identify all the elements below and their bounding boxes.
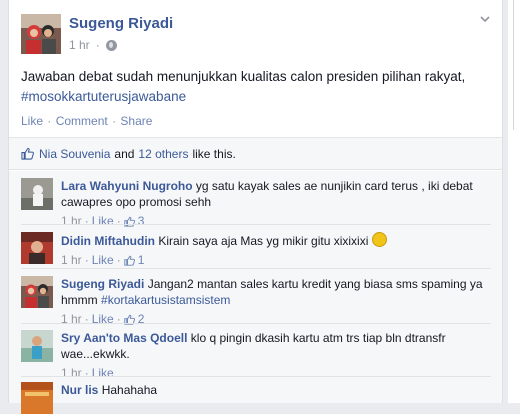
post-hashtag[interactable]: #mosokkartuterusjawabane [21, 87, 496, 107]
comment-time[interactable]: 1 hr [61, 213, 82, 229]
comment-link[interactable]: Comment [56, 114, 108, 128]
share-link[interactable]: Share [120, 114, 152, 128]
comment-text: Hahahaha [101, 383, 158, 397]
comment-divider [21, 224, 491, 225]
like-link[interactable]: Like [21, 114, 43, 128]
commenter-name[interactable]: Sugeng Riyadi [61, 277, 144, 291]
post-time[interactable]: 1 hr [69, 38, 90, 52]
post-meta: 1 hr · [69, 38, 117, 52]
author-avatar[interactable] [21, 14, 61, 54]
comment-like-link[interactable]: Like [92, 365, 114, 381]
comment-like-count[interactable]: 1 [138, 252, 145, 268]
comment-time[interactable]: 1 hr [61, 365, 82, 381]
comment-meta: 1 hr · Like [61, 365, 114, 381]
likes-connector: and [114, 146, 135, 161]
others-link[interactable]: 12 others [138, 147, 188, 161]
likes-suffix: like this. [192, 146, 236, 161]
first-liker-link[interactable]: Nia Souvenia [39, 147, 110, 161]
post-text: Jawaban debat sudah menunjukkan kualitas… [21, 67, 496, 107]
comment-like-link[interactable]: Like [92, 213, 114, 229]
globe-icon[interactable] [105, 39, 117, 51]
comment-meta: 1 hr · Like · 1 [61, 252, 145, 268]
commenter-name[interactable]: Sry Aan'to Mas Qdoell [61, 331, 187, 345]
commenter-name[interactable]: Lara Wahyuni Nugroho [61, 179, 193, 193]
smile-emoji-icon [371, 232, 387, 247]
comment-like-link[interactable]: Like [92, 252, 114, 268]
comment-time[interactable]: 1 hr [61, 252, 82, 268]
right-sidebar-edge [508, 0, 520, 403]
post-actions: Like · Comment · Share [21, 114, 153, 128]
comment-like-link[interactable]: Like [92, 311, 114, 327]
comment-meta: 1 hr · Like · 2 [61, 311, 145, 327]
commenter-name[interactable]: Didin Miftahudin [61, 234, 155, 248]
comment-time[interactable]: 1 hr [61, 311, 82, 327]
comment-like-count[interactable]: 2 [138, 311, 145, 327]
chevron-down-icon[interactable] [480, 14, 490, 24]
commenter-avatar[interactable] [21, 276, 53, 308]
comment-divider [21, 323, 491, 324]
likes-summary: Nia Souvenia and 12 others like this. [9, 137, 502, 170]
commenter-avatar[interactable] [21, 382, 53, 414]
post-body: Jawaban debat sudah menunjukkan kualitas… [21, 69, 466, 84]
comment-meta: 1 hr · Like · 3 [61, 213, 145, 229]
comment-text: Kirain saya aja Mas yg mikir gitu xixixi… [158, 234, 369, 248]
thumbs-up-icon [21, 147, 34, 160]
comment-divider [21, 268, 491, 269]
commenter-avatar[interactable] [21, 232, 53, 264]
post-card: Sugeng Riyadi 1 hr · Jawaban debat sudah… [8, 0, 503, 414]
commenter-avatar[interactable] [21, 330, 53, 362]
commenter-name[interactable]: Nur lis [61, 383, 98, 397]
post-author-name[interactable]: Sugeng Riyadi [69, 15, 173, 32]
comment-like-count[interactable]: 3 [138, 213, 145, 229]
comment-divider [21, 376, 491, 377]
comments-list: Lara Wahyuni Nugroho yg satu kayak sales… [9, 171, 502, 414]
thumbs-up-icon [124, 255, 135, 266]
commenter-avatar[interactable] [21, 178, 53, 210]
comment-hashtag[interactable]: #kortakartusistamsistem [101, 293, 230, 307]
